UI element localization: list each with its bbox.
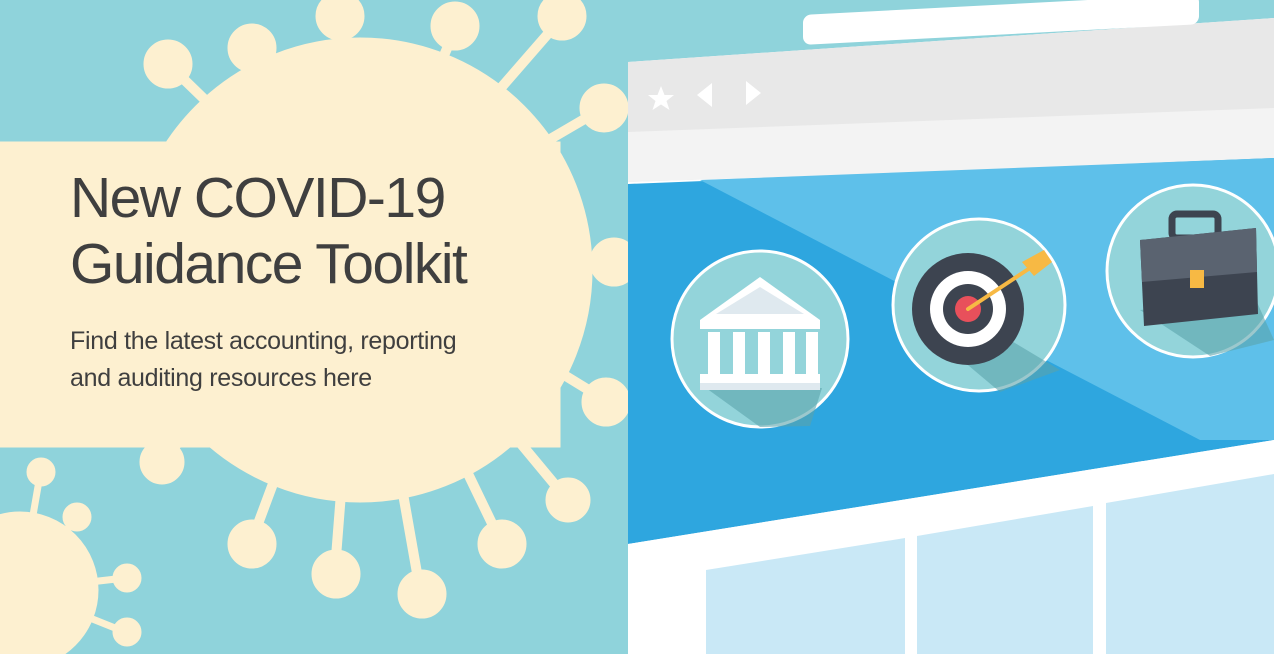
page-title: New COVID-19 Guidance Toolkit xyxy=(70,165,550,297)
content-card-3[interactable] xyxy=(1106,474,1274,654)
headline-line-2: Guidance Toolkit xyxy=(70,232,468,296)
small-virus-illustration xyxy=(0,457,142,654)
bank-building-icon[interactable] xyxy=(670,249,850,429)
subtitle-line-2: and auditing resources here xyxy=(70,364,372,392)
banner-text: New COVID-19 Guidance Toolkit Find the l… xyxy=(70,165,550,397)
target-dart-icon[interactable] xyxy=(891,217,1067,393)
briefcase-icon[interactable] xyxy=(1105,183,1274,359)
subtitle-line-1: Find the latest accounting, reporting xyxy=(70,327,457,355)
banner: New COVID-19 Guidance Toolkit Find the l… xyxy=(0,0,1274,654)
subtitle: Find the latest accounting, reporting an… xyxy=(70,323,550,397)
headline-line-1: New COVID-19 xyxy=(70,166,446,230)
